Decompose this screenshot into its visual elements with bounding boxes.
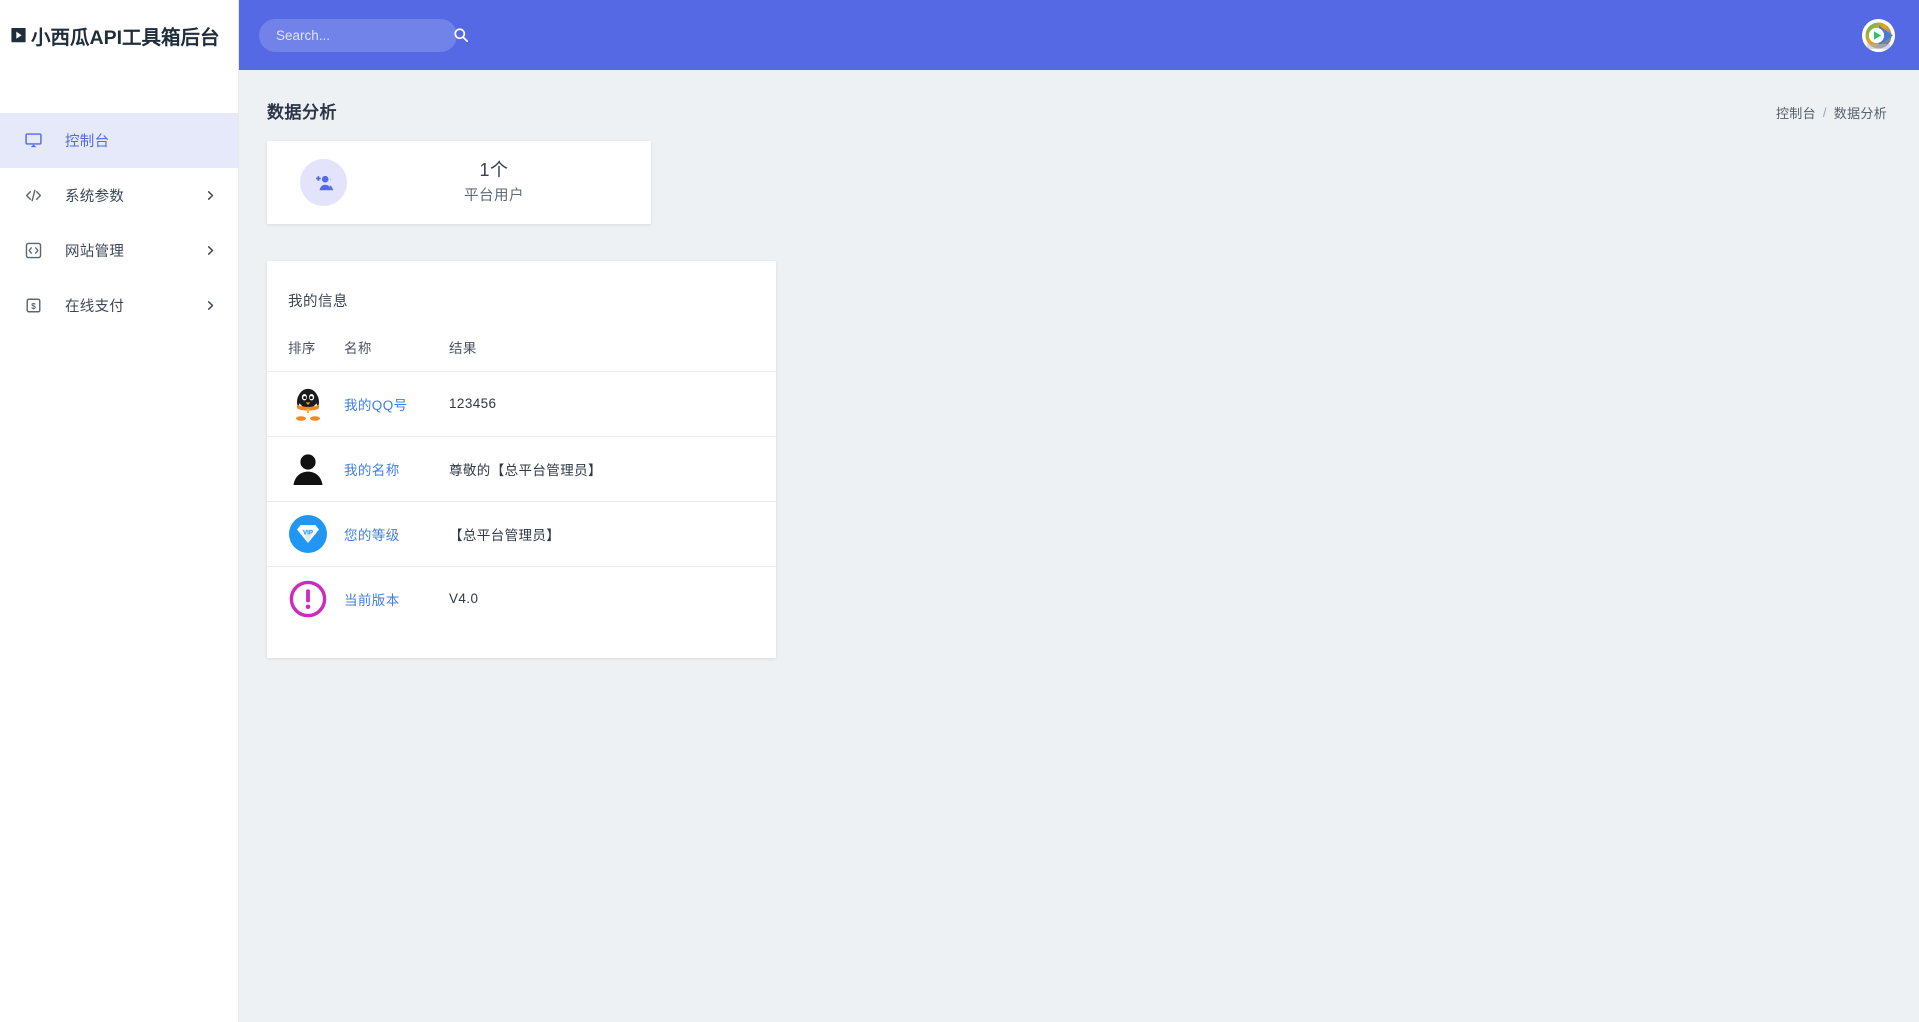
code-box-icon — [22, 240, 44, 262]
content-area: 数据分析 控制台 / 数据分析 1个 平台用户 我的信息 排序 名称 结果 我的… — [239, 70, 1919, 1022]
code-icon — [22, 185, 44, 207]
add-user-icon — [315, 175, 333, 190]
search-box[interactable] — [259, 18, 469, 52]
chevron-right-icon — [204, 190, 216, 202]
sidebar-item-system-params[interactable]: 系统参数 — [0, 168, 238, 223]
row-result-cell: 【总平台管理员】 — [449, 501, 776, 567]
stat-label: 平台用户 — [464, 187, 524, 204]
sidebar-item-label: 系统参数 — [65, 189, 125, 205]
info-table-head: 排序 名称 结果 — [267, 337, 776, 372]
row-icon-cell — [267, 436, 344, 502]
exclamation-circle-icon — [289, 580, 327, 618]
table-row: VIP 您的等级 【总平台管理员】 — [267, 501, 776, 567]
row-result-cell: 尊敬的【总平台管理员】 — [449, 436, 776, 502]
brand-title: 小西瓜API工具箱后台 — [31, 26, 220, 49]
row-result-value: 【总平台管理员】 — [449, 527, 561, 543]
sidebar-item-label: 控制台 — [65, 134, 110, 150]
breadcrumb: 控制台 / 数据分析 — [1776, 103, 1887, 122]
play-logo-avatar — [1862, 18, 1895, 52]
row-icon-cell: VIP — [267, 501, 344, 567]
main-area: 数据分析 控制台 / 数据分析 — [239, 0, 1919, 1022]
vip-diamond-icon: VIP — [289, 515, 327, 553]
row-result-value: 123456 — [449, 396, 497, 411]
sidebar-item-label: 在线支付 — [65, 299, 125, 315]
person-avatar-icon — [293, 454, 323, 485]
info-table: 排序 名称 结果 我的QQ号 123456 我的名称 尊敬的【总平台管理员】 V… — [267, 337, 776, 632]
column-header-name: 名称 — [344, 341, 372, 356]
chevron-right-icon — [204, 300, 216, 312]
brand[interactable]: 小西瓜API工具箱后台 — [0, 0, 238, 70]
table-row: 当前版本 V4.0 — [267, 567, 776, 632]
play-box-icon — [11, 27, 26, 42]
row-name-cell: 我的QQ号 — [344, 371, 449, 437]
panel-title: 我的信息 — [288, 294, 348, 310]
stat-card-platform-users[interactable]: 1个 平台用户 — [267, 141, 651, 224]
info-panel: 我的信息 排序 名称 结果 我的QQ号 123456 我的名称 尊敬的【总平台管… — [267, 261, 776, 658]
no-arrow — [204, 135, 216, 147]
table-row: 我的名称 尊敬的【总平台管理员】 — [267, 436, 776, 502]
breadcrumb-current: 数据分析 — [1833, 106, 1887, 121]
monitor-icon — [22, 130, 44, 152]
sidebar-item-control-panel[interactable]: 控制台 — [0, 113, 238, 168]
row-name-link[interactable]: 当前版本 — [344, 593, 400, 608]
stat-cards-row: 1个 平台用户 — [239, 123, 1919, 224]
row-result-value: 尊敬的【总平台管理员】 — [449, 462, 602, 478]
qq-penguin-icon — [296, 388, 320, 421]
column-header-result: 结果 — [449, 341, 477, 356]
column-header-rank: 排序 — [288, 341, 316, 356]
topbar — [239, 0, 1919, 70]
page-title: 数据分析 — [267, 103, 337, 122]
row-name-cell: 当前版本 — [344, 567, 449, 632]
stat-value: 1个 — [479, 159, 509, 180]
svg-text:VIP: VIP — [303, 529, 313, 536]
row-result-value: V4.0 — [449, 591, 479, 607]
sidebar-item-site-management[interactable]: 网站管理 — [0, 223, 238, 278]
table-header-row: 排序 名称 结果 — [267, 337, 776, 372]
row-result-cell: V4.0 — [449, 567, 776, 632]
stat-texts: 1个 平台用户 — [347, 157, 651, 209]
svg-text:$: $ — [31, 302, 36, 311]
sidebar-item-online-payment[interactable]: $ 在线支付 — [0, 278, 238, 333]
info-table-body: 我的QQ号 123456 我的名称 尊敬的【总平台管理员】 VIP 您的等级 【… — [267, 371, 776, 632]
search-input[interactable] — [276, 27, 453, 43]
stat-icon-circle — [300, 159, 347, 206]
row-name-link[interactable]: 您的等级 — [344, 528, 400, 543]
sidebar: 小西瓜API工具箱后台 控制台 系统参数 网站管理 $ 在线支付 — [0, 0, 239, 1022]
table-row: 我的QQ号 123456 — [267, 371, 776, 437]
row-icon-cell — [267, 567, 344, 632]
page-header: 数据分析 控制台 / 数据分析 — [239, 70, 1919, 123]
row-name-link[interactable]: 我的QQ号 — [344, 398, 408, 413]
row-result-cell: 123456 — [449, 371, 776, 437]
breadcrumb-separator: / — [1822, 105, 1827, 120]
row-name-cell: 我的名称 — [344, 436, 449, 502]
row-name-link[interactable]: 我的名称 — [344, 463, 400, 478]
row-icon-cell — [267, 371, 344, 437]
breadcrumb-root[interactable]: 控制台 — [1776, 103, 1816, 122]
search-icon[interactable] — [453, 27, 469, 43]
app-root: 小西瓜API工具箱后台 控制台 系统参数 网站管理 $ 在线支付 Search.… — [0, 0, 1919, 1022]
row-name-cell: 您的等级 — [344, 501, 449, 567]
sidebar-nav: 控制台 系统参数 网站管理 $ 在线支付 — [0, 70, 238, 333]
avatar[interactable] — [1862, 18, 1895, 52]
chevron-right-icon — [204, 245, 216, 257]
money-box-icon: $ — [22, 295, 44, 317]
sidebar-item-label: 网站管理 — [65, 244, 125, 260]
